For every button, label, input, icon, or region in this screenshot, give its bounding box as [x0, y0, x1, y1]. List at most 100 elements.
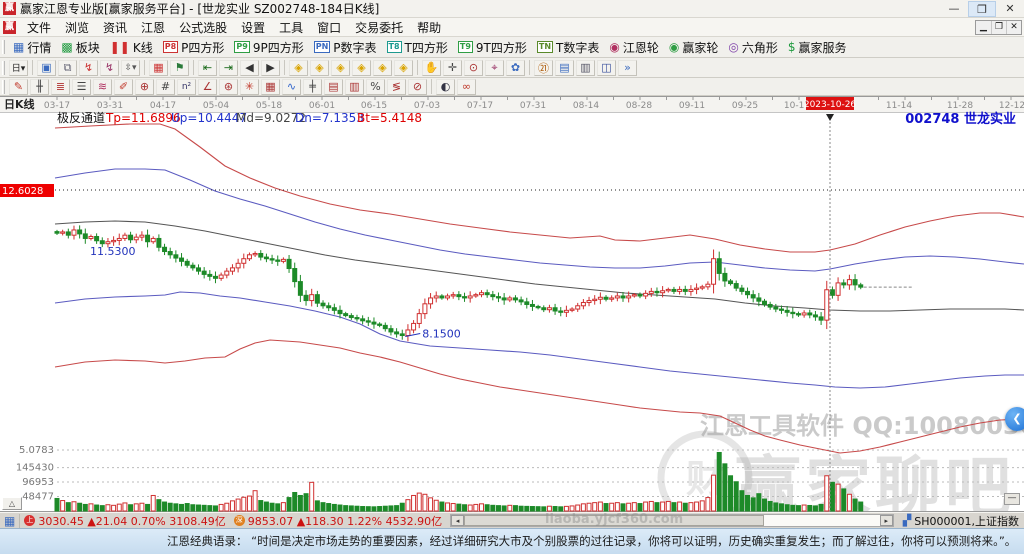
toolbar-button-winner-service[interactable]: $ 赢家服务: [783, 38, 852, 57]
toolbar-button-gann-wheel[interactable]: ◉ 江恩轮: [604, 38, 664, 57]
gann-diamond-right-icon[interactable]: ◈: [352, 59, 371, 76]
candle-body: [535, 305, 541, 309]
yin-yang-icon[interactable]: ◐: [436, 78, 455, 95]
pencil-tool-icon[interactable]: ✎: [9, 78, 28, 95]
candle-body: [818, 316, 824, 321]
scroll-left-arrow[interactable]: ◂: [451, 515, 465, 526]
band-tool-icon[interactable]: ≋: [93, 78, 112, 95]
minimize-button[interactable]: —: [940, 1, 968, 17]
grid-style-icon[interactable]: ▦: [149, 59, 168, 76]
mdi-close-button[interactable]: ✕: [1006, 20, 1021, 34]
chart-canvas[interactable]: 财江恩工具软件 QQ:100800360赢家聊吧03-17 03-31 04-17 0…: [0, 96, 1024, 526]
scrollbar-thumb[interactable]: [464, 515, 765, 526]
toolbar-button-sectors[interactable]: ▩ 板块: [56, 38, 104, 57]
candle-body: [207, 273, 213, 277]
star-rays-tool-icon[interactable]: ✳: [240, 78, 259, 95]
double-fence-tool-icon[interactable]: ╪: [303, 78, 322, 95]
spiral-tool-icon[interactable]: ✿: [506, 59, 525, 76]
toolbar-button-9p-square[interactable]: P9 9P四方形: [229, 38, 308, 57]
candle-body: [54, 231, 60, 234]
wave-tool-icon[interactable]: ∿: [282, 78, 301, 95]
toolbar-button-hexagon[interactable]: ◎ 六角形: [723, 38, 783, 57]
chart-area[interactable]: 财江恩工具软件 QQ:100800360 赢家聊吧 03-17 03-31 04-17 0…: [0, 96, 1024, 526]
pane-tab-daily[interactable]: 日K线: [4, 97, 35, 111]
toolbar-button-winner-wheel[interactable]: ◉ 赢家轮: [664, 38, 724, 57]
percent-tool-icon[interactable]: %: [366, 78, 385, 95]
toolbar-button-p-square[interactable]: P8 P四方形: [158, 38, 230, 57]
menu-item-工具[interactable]: 工具: [272, 20, 310, 36]
quote-grid-button[interactable]: ▦: [0, 513, 21, 528]
toolbar-label: 赢家服务: [798, 40, 847, 55]
volume-pane-expand-button[interactable]: △: [2, 497, 22, 510]
current-symbol-cell[interactable]: ▞ SH000001,上证指数: [898, 513, 1024, 529]
gann-diamond-down-icon[interactable]: ◈: [310, 59, 329, 76]
toolbar-button-t-square[interactable]: T8 T四方形: [382, 38, 453, 57]
new-chart-window-icon[interactable]: ▣: [37, 59, 56, 76]
horizontal-scrollbar[interactable]: ◂ ▸: [450, 514, 894, 527]
crosshair-icon[interactable]: ✛: [443, 59, 462, 76]
candle-style-dropdown[interactable]: ⇳▾: [121, 59, 140, 76]
menu-item-交易委托[interactable]: 交易委托: [348, 20, 410, 36]
flag-marker-icon[interactable]: ⚑: [170, 59, 189, 76]
period-daily-dropdown[interactable]: 日▾: [9, 59, 28, 76]
next-bar-icon[interactable]: ▶: [261, 59, 280, 76]
panel-b-tool-icon[interactable]: ▥: [345, 78, 364, 95]
pane-minimize-button[interactable]: —: [1004, 493, 1020, 505]
gann-diamond-collapse-icon[interactable]: ◈: [394, 59, 413, 76]
sidebar-collapse-button[interactable]: ❮: [1005, 407, 1024, 431]
toolbar-button-p-digit-table[interactable]: PN P数字表: [309, 38, 382, 57]
copy-chart-icon[interactable]: ⧉: [58, 59, 77, 76]
prev-bar-icon[interactable]: ◀: [240, 59, 259, 76]
menu-item-帮助[interactable]: 帮助: [410, 20, 448, 36]
menu-item-公式选股[interactable]: 公式选股: [172, 20, 234, 36]
index-quote-0[interactable]: 上 3030.45 ▲21.04 0.70% 3108.49亿: [20, 514, 229, 528]
label-tool-icon[interactable]: ⌖: [485, 59, 504, 76]
gann-grid-tool-icon[interactable]: ≣: [51, 78, 70, 95]
candlestick-series[interactable]: [54, 225, 864, 342]
menu-item-文件[interactable]: 文件: [20, 20, 58, 36]
angle-pen-tool-icon[interactable]: ✐: [114, 78, 133, 95]
trend-polyline2-icon[interactable]: ↯: [100, 59, 119, 76]
gann-diamond-up-icon[interactable]: ◈: [289, 59, 308, 76]
gann-diamond-left-icon[interactable]: ◈: [331, 59, 350, 76]
menu-item-窗口[interactable]: 窗口: [310, 20, 348, 36]
menu-item-设置[interactable]: 设置: [234, 20, 272, 36]
notes-icon[interactable]: ▥: [576, 59, 595, 76]
price-grid-tool-icon[interactable]: ▦: [261, 78, 280, 95]
scroll-right-arrow[interactable]: ▸: [879, 515, 893, 526]
trade-truck-icon[interactable]: »: [618, 59, 637, 76]
time-cycle-tool-icon[interactable]: ⊛: [219, 78, 238, 95]
toolbar-button-t-digit-table[interactable]: TN T数字表: [532, 38, 605, 57]
first-page-icon[interactable]: ⇤: [198, 59, 217, 76]
save-icon[interactable]: ◫: [597, 59, 616, 76]
infinity-icon[interactable]: ∞: [457, 78, 476, 95]
maximize-button[interactable]: ❐: [968, 0, 996, 17]
calendar-icon[interactable]: ㉑: [534, 59, 553, 76]
gann-diamond-expand-icon[interactable]: ◈: [373, 59, 392, 76]
fence-tool-icon[interactable]: #: [156, 78, 175, 95]
last-page-icon[interactable]: ⇥: [219, 59, 238, 76]
toolbar-button-9t-square[interactable]: T9 9T四方形: [453, 38, 532, 57]
toolbar-button-quotes[interactable]: ▦ 行情: [8, 38, 56, 57]
square-of-nine-tool-icon[interactable]: n²: [177, 78, 196, 95]
close-button[interactable]: ✕: [996, 1, 1024, 17]
mdi-restore-button[interactable]: ❐: [991, 20, 1006, 34]
index-quote-1[interactable]: 深 9853.07 ▲118.30 1.22% 4532.90亿: [230, 514, 446, 528]
calculator-icon[interactable]: ▤: [555, 59, 574, 76]
zoom-tool-icon[interactable]: ⊙: [464, 59, 483, 76]
panel-a-tool-icon[interactable]: ▤: [324, 78, 343, 95]
menu-item-江恩[interactable]: 江恩: [134, 20, 172, 36]
trend-polyline-icon[interactable]: ↯: [79, 59, 98, 76]
toolbar-button-kline[interactable]: ❚❚ K线: [105, 38, 158, 57]
menu-item-浏览[interactable]: 浏览: [58, 20, 96, 36]
fib-levels-tool-icon[interactable]: ☰: [72, 78, 91, 95]
volume-bar: [224, 502, 230, 512]
hline-levels-tool-icon[interactable]: ╫: [30, 78, 49, 95]
hand-drag-icon[interactable]: ✋: [422, 59, 441, 76]
speed-lines-tool-icon[interactable]: ≶: [387, 78, 406, 95]
menu-item-资讯[interactable]: 资讯: [96, 20, 134, 36]
circle-cross-tool-icon[interactable]: ⊕: [135, 78, 154, 95]
strike-circle-tool-icon[interactable]: ⊘: [408, 78, 427, 95]
angle-tool-icon[interactable]: ∠: [198, 78, 217, 95]
mdi-minimize-button[interactable]: ▁: [976, 21, 991, 34]
